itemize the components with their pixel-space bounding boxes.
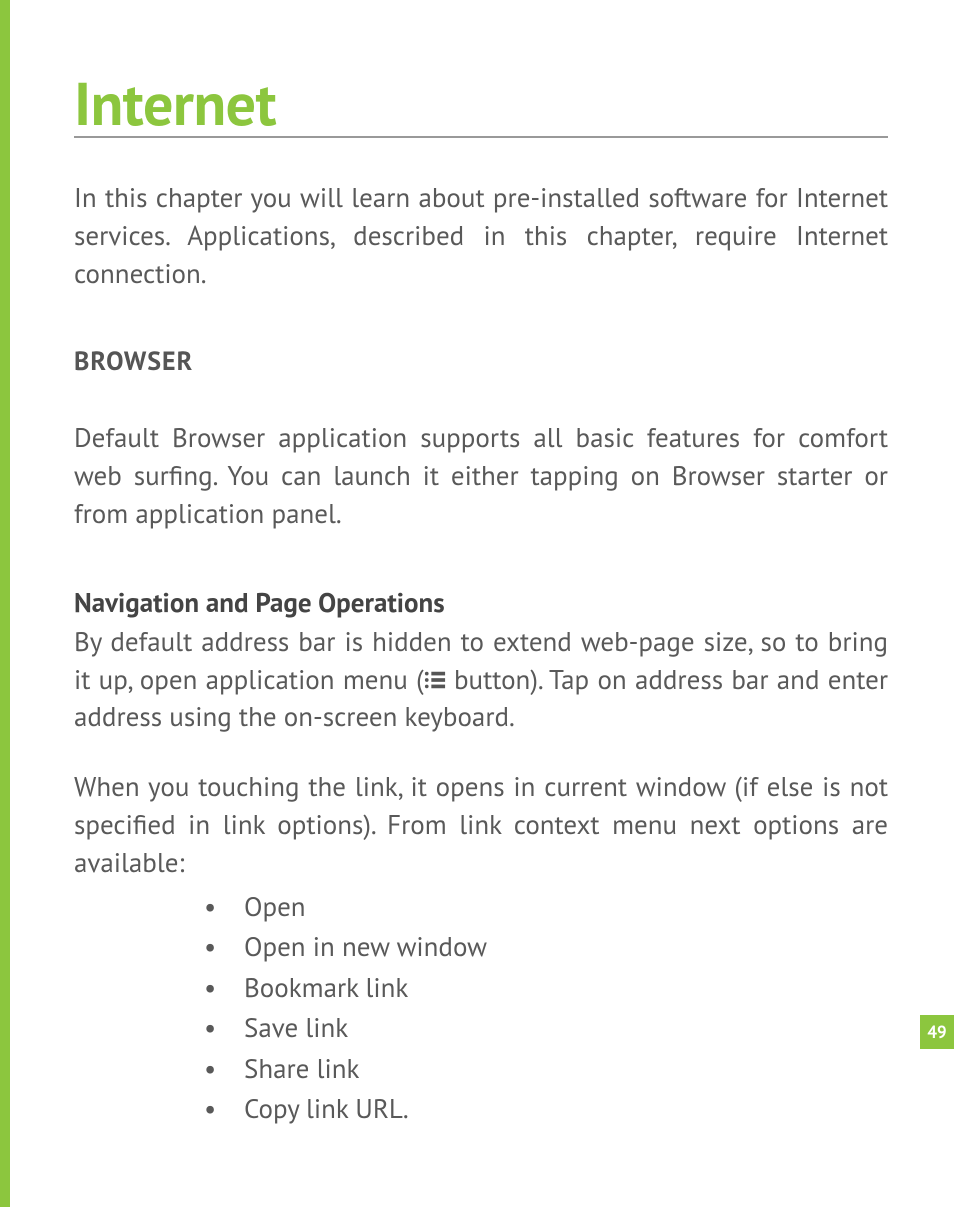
page-accent-bar [0,0,10,1207]
list-item: Open in new window [204,927,888,968]
section-heading-browser: BROWSER [74,345,888,378]
chapter-intro: In this chapter you will learn about pre… [74,180,888,293]
list-item: Copy link URL. [204,1089,888,1130]
page-content: Internet In this chapter you will learn … [0,0,954,1130]
list-item: Save link [204,1008,888,1049]
browser-body: Default Browser application supports all… [74,420,888,533]
link-body: When you touching the link, it opens in … [74,769,888,882]
page-number: 49 [920,1015,954,1049]
menu-list-icon [424,664,446,686]
navigation-body: By default address bar is hidden to exte… [74,624,888,737]
chapter-title: Internet [74,70,888,138]
list-item: Share link [204,1049,888,1090]
subsection-heading-navigation: Navigation and Page Operations [74,586,888,620]
context-menu-options: Open Open in new window Bookmark link Sa… [74,887,888,1130]
list-item: Bookmark link [204,968,888,1009]
list-item: Open [204,887,888,928]
